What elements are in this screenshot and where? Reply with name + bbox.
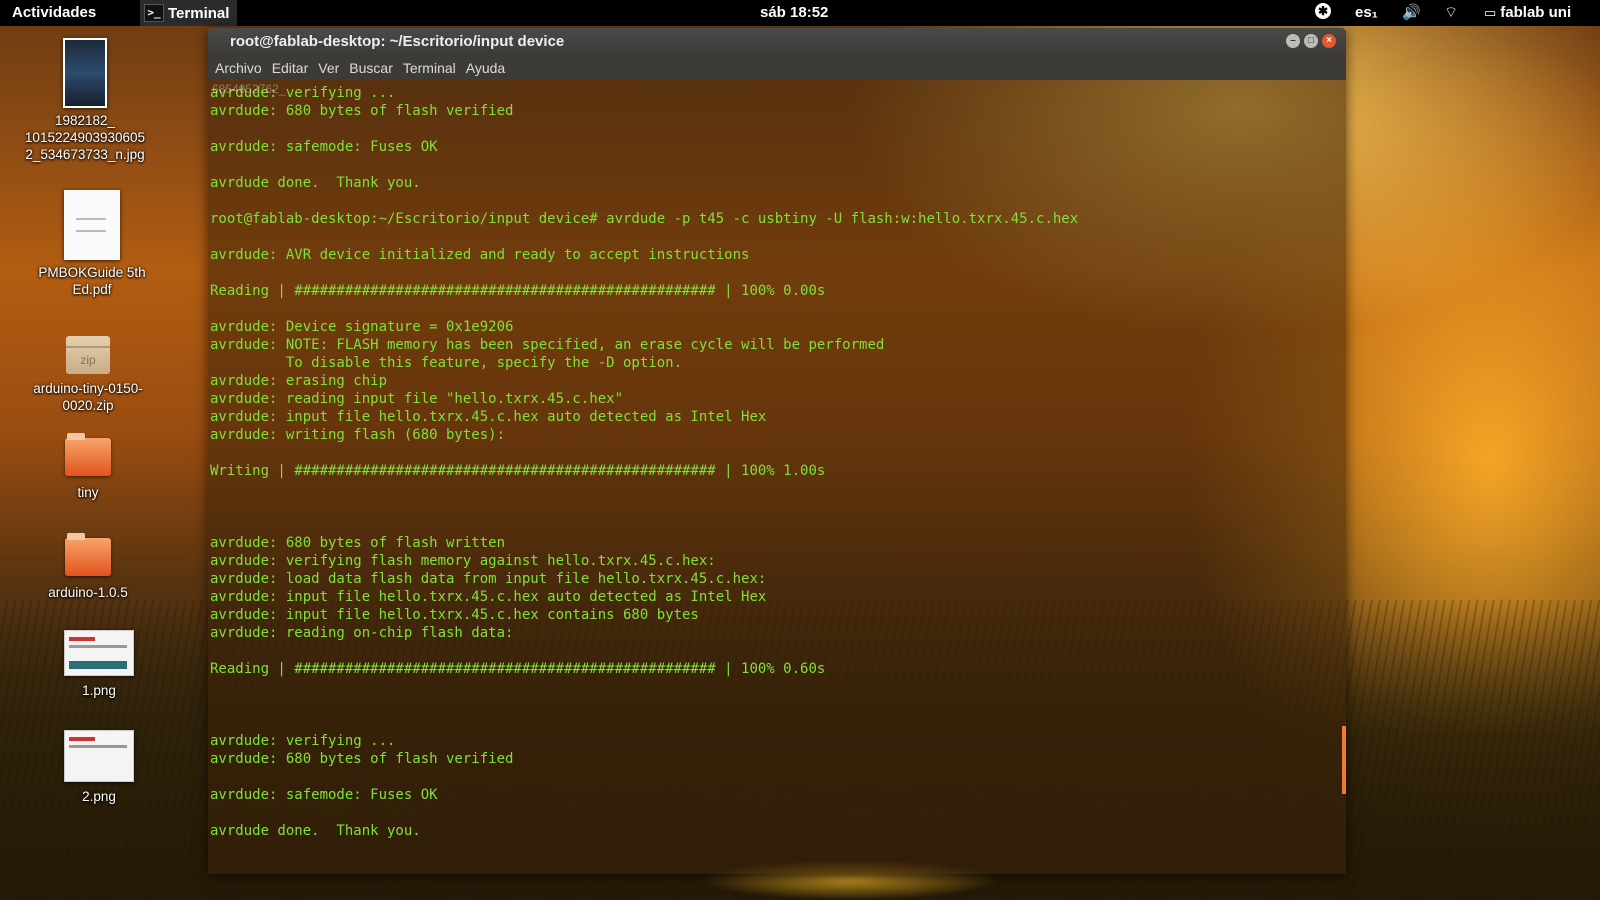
terminal-line: avrdude: 680 bytes of flash written (210, 535, 506, 551)
top-panel: Actividades >_ Terminal sáb 18:52 ✱ es₁ … (0, 0, 1600, 26)
menu-ayuda[interactable]: Ayuda (461, 60, 510, 76)
desktop-background: Actividades >_ Terminal sáb 18:52 ✱ es₁ … (0, 0, 1600, 900)
desktop-icon-png-2[interactable]: 2.png (34, 730, 164, 805)
wifi-icon[interactable]: ⌔ (1444, 3, 1458, 22)
desktop-icon-label: 1982182_ 1015224903930605 2_534673733_n.… (24, 113, 146, 162)
maximize-button[interactable]: □ (1304, 34, 1318, 48)
terminal-line: avrdude: reading on-chip flash data: (210, 625, 514, 641)
terminal-line: avrdude done. Thank you. (210, 823, 421, 839)
clock[interactable]: sáb 18:52 (760, 4, 828, 21)
folder-icon (65, 533, 111, 576)
desktop-icon-label: arduino-1.0.5 (48, 585, 128, 600)
desktop-icon-label: 1.png (82, 683, 116, 698)
terminal-line: avrdude: input file hello.txrx.45.c.hex … (210, 589, 767, 605)
image-thumbnail-icon (64, 730, 134, 782)
desktop-icon-pdf[interactable]: PMBOKGuide 5th Ed.pdf (27, 190, 157, 298)
terminal-line: avrdude: load data flash data from input… (210, 571, 767, 587)
terminal-line: avrdude: Device signature = 0x1e9206 (210, 319, 514, 335)
desktop-icon-label: PMBOKGuide 5th Ed.pdf (38, 265, 146, 297)
terminal-line: Writing | ##############################… (210, 463, 826, 479)
menu-editar[interactable]: Editar (267, 60, 314, 76)
terminal-line: avrdude: verifying flash memory against … (210, 553, 716, 569)
desktop-icon-label: 2.png (82, 789, 116, 804)
activities-button[interactable]: Actividades (12, 4, 96, 21)
desktop-icon-png-1[interactable]: 1.png (34, 630, 164, 699)
terminal-line: avrdude: AVR device initialized and read… (210, 247, 750, 263)
volume-icon[interactable]: 🔊 (1402, 3, 1421, 21)
terminal-line: Reading | ##############################… (210, 283, 826, 299)
window-titlebar[interactable]: root@fablab-desktop: ~/Escritorio/input … (208, 28, 1346, 56)
menu-terminal[interactable]: Terminal (398, 60, 461, 76)
zip-archive-icon: zip (66, 336, 110, 374)
desktop-icon-folder-arduino[interactable]: arduino-1.0.5 (23, 532, 153, 601)
terminal-line: root@fablab-desktop:~/Escritorio/input d… (210, 211, 1079, 227)
terminal-line: avrdude: verifying ... (210, 733, 396, 749)
terminal-line: avrdude: safemode: Fuses OK (210, 787, 438, 803)
app-menu-label: Terminal (168, 4, 230, 22)
terminal-line: avrdude: writing flash (680 bytes): (210, 427, 506, 443)
desktop-icon-folder-tiny[interactable]: tiny (23, 432, 153, 501)
close-button[interactable]: × (1322, 34, 1336, 48)
terminal-line: avrdude: input file hello.txrx.45.c.hex … (210, 409, 767, 425)
terminal-line: avrdude: verifying ... (210, 85, 396, 101)
desktop-icon-zip[interactable]: zip arduino-tiny-0150- 0020.zip (23, 330, 153, 414)
accessibility-icon[interactable]: ✱ (1315, 2, 1331, 19)
terminal-line: avrdude done. Thank you. (210, 175, 421, 191)
window-title: root@fablab-desktop: ~/Escritorio/input … (230, 33, 565, 50)
terminal-line: avrdude: safemode: Fuses OK (210, 139, 438, 155)
folder-icon (65, 433, 111, 476)
desktop-icon-jpg[interactable]: 1982182_ 1015224903930605 2_534673733_n.… (20, 38, 150, 163)
terminal-body[interactable]: 6854952762_ avrdude: verifying ... avrdud… (208, 80, 1346, 874)
minimize-button[interactable]: – (1286, 34, 1300, 48)
terminal-line: avrdude: erasing chip (210, 373, 388, 389)
pdf-document-icon (64, 190, 120, 260)
menu-archivo[interactable]: Archivo (210, 60, 267, 76)
menu-ver[interactable]: Ver (313, 60, 344, 76)
chat-icon: ▭ (1484, 4, 1497, 20)
terminal-app-icon: >_ (144, 4, 164, 22)
terminal-line: To disable this feature, specify the -D … (210, 355, 683, 371)
menu-buscar[interactable]: Buscar (344, 60, 398, 76)
terminal-line: Reading | ##############################… (210, 661, 826, 677)
terminal-line: avrdude: reading input file "hello.txrx.… (210, 391, 624, 407)
app-menu-terminal[interactable]: >_ Terminal (140, 0, 238, 26)
terminal-line: avrdude: 680 bytes of flash verified (210, 103, 514, 119)
terminal-window[interactable]: root@fablab-desktop: ~/Escritorio/input … (208, 28, 1346, 874)
image-thumbnail-icon (64, 630, 134, 676)
terminal-menubar: Archivo Editar Ver Buscar Terminal Ayuda (208, 56, 1346, 80)
terminal-output[interactable]: avrdude: verifying ... avrdude: 680 bytes… (208, 80, 1346, 840)
user-menu[interactable]: ▭ fablab uni (1484, 4, 1571, 21)
terminal-line: avrdude: 680 bytes of flash verified (210, 751, 514, 767)
desktop-icon-label: tiny (77, 485, 99, 500)
image-thumbnail-icon (63, 38, 107, 108)
desktop-icon-label: arduino-tiny-0150- 0020.zip (33, 381, 143, 413)
ghost-desktop-label: 6854952762_ (212, 82, 286, 96)
user-name: fablab uni (1500, 4, 1572, 21)
scrollbar-indicator[interactable] (1342, 726, 1346, 794)
terminal-line: avrdude: NOTE: FLASH memory has been spe… (210, 337, 885, 353)
keyboard-layout-indicator[interactable]: es₁ (1355, 4, 1378, 21)
terminal-line: avrdude: input file hello.txrx.45.c.hex … (210, 607, 699, 623)
